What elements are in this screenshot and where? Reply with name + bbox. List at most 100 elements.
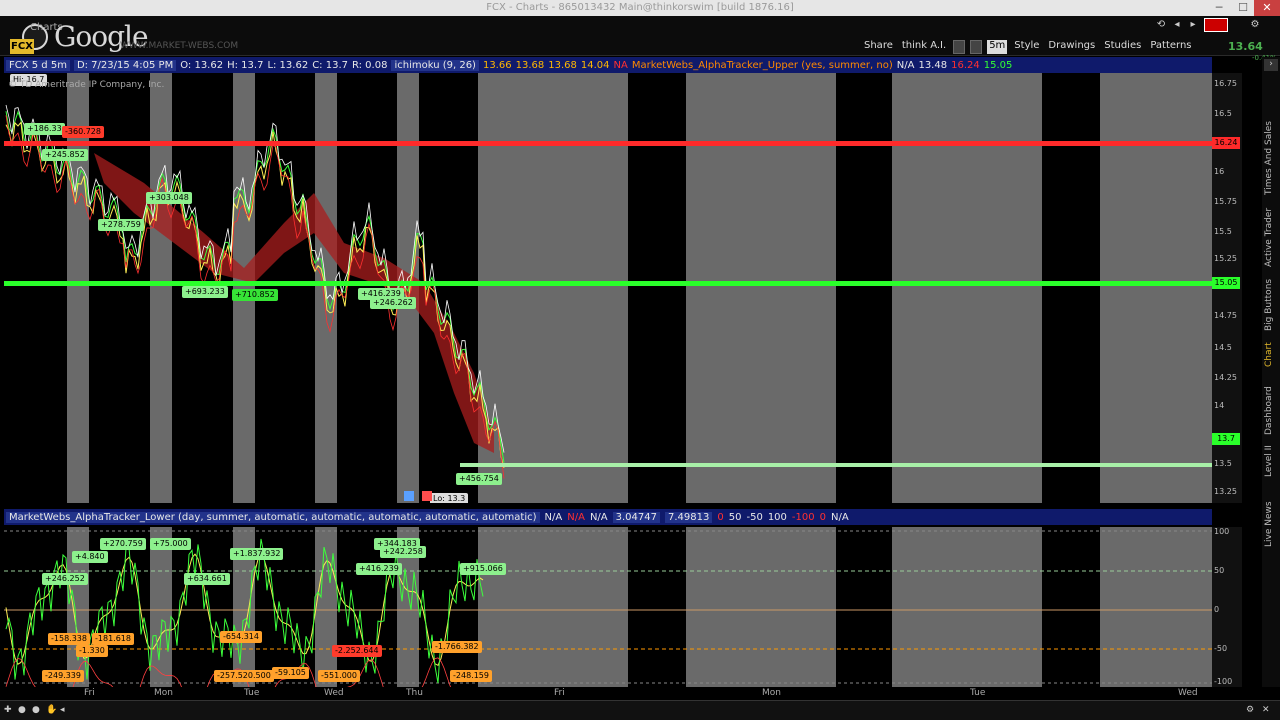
- alphatracker-lower-study[interactable]: MarketWebs_AlphaTracker_Lower (day, summ…: [6, 511, 540, 523]
- alphatracker-value: 15.05: [983, 59, 1013, 71]
- signal-badge: +270.759: [100, 538, 146, 550]
- tab-big-buttons[interactable]: Big Buttons: [1264, 273, 1278, 331]
- lower-value: N/A: [589, 511, 608, 523]
- dividend-icon[interactable]: [422, 491, 432, 501]
- chart-menu: Share think A.I. 5m Style Drawings Studi…: [862, 40, 1194, 54]
- mic-icon[interactable]: ●: [32, 705, 44, 717]
- alphatracker-na: N/A: [896, 59, 915, 71]
- alphatracker-value: 16.24: [951, 59, 980, 71]
- osc-tick: -50: [1214, 644, 1228, 653]
- share-button[interactable]: Share: [862, 40, 895, 54]
- time-tick: Fri: [554, 688, 565, 698]
- lower-study-header: MarketWebs_AlphaTracker_Lower (day, summ…: [4, 509, 1212, 525]
- signal-badge: -1.766.382: [432, 641, 482, 653]
- tab-dashboard[interactable]: Dashboard: [1264, 383, 1278, 435]
- signal-badge: +186.33: [24, 123, 65, 135]
- lower-value: -100: [791, 511, 815, 523]
- signal-badge: -257.520.500: [214, 670, 274, 682]
- tab-level-ii[interactable]: Level II: [1264, 441, 1278, 477]
- forward-icon[interactable]: ▸: [1186, 18, 1200, 32]
- time-tick: Mon: [154, 688, 173, 698]
- tab-active-trader[interactable]: Active Trader: [1264, 201, 1278, 267]
- crosshair-icon[interactable]: [953, 40, 966, 54]
- tab-times-and-sales[interactable]: Times And Sales: [1264, 109, 1278, 195]
- settings-icon[interactable]: ⚙: [1248, 18, 1262, 32]
- expand-icon[interactable]: ›: [1264, 59, 1278, 71]
- osc-tick: -100: [1214, 677, 1233, 686]
- lower-value: N/A: [567, 511, 585, 523]
- resistance-line[interactable]: [4, 141, 1212, 146]
- hangout-controls: ✚ ● ● ✋ ◂ ⚙ ✕: [0, 700, 1280, 720]
- signal-badge: +278.759: [98, 219, 144, 231]
- tab-live-news[interactable]: Live News: [1264, 493, 1278, 547]
- signal-badge: +416.239: [356, 563, 402, 575]
- alphatracker-upper-study[interactable]: MarketWebs_AlphaTracker_Upper (yes, summ…: [632, 60, 893, 71]
- signal-badge: -249.339: [42, 670, 84, 682]
- patterns-button[interactable]: Patterns: [1148, 40, 1193, 54]
- minimize-button[interactable]: ─: [1206, 0, 1232, 16]
- price-tick: 15.75: [1214, 197, 1237, 206]
- window-title: FCX - Charts - 865013432 Main@thinkorswi…: [486, 2, 794, 13]
- camera-icon[interactable]: ●: [18, 705, 30, 717]
- leave-call-icon[interactable]: ✕: [1262, 705, 1274, 717]
- style-button[interactable]: Style: [1012, 40, 1041, 54]
- signal-badge: +245.852: [42, 149, 88, 161]
- resistance-price-label: 16.24: [1212, 137, 1240, 149]
- signal-badge: -248.159: [450, 670, 492, 682]
- price-tick: 14.5: [1214, 343, 1232, 352]
- signal-badge: +242.258: [380, 546, 426, 558]
- price-tick: 14: [1214, 401, 1225, 410]
- time-tick: Mon: [762, 688, 781, 698]
- studies-button[interactable]: Studies: [1102, 40, 1143, 54]
- lower-value: -50: [746, 511, 763, 523]
- settings-gear-icon[interactable]: ⚙: [1246, 705, 1258, 717]
- apps-icon[interactable]: ✚: [4, 705, 16, 717]
- support-price-label: 15.05: [1212, 277, 1240, 289]
- think-ai-button[interactable]: think A.I.: [900, 40, 948, 54]
- ichimoku-value: 13.66: [482, 59, 512, 71]
- lower-value: 3.04747: [612, 511, 660, 523]
- ichimoku-value: 13.68: [515, 59, 545, 71]
- signal-badge: +75.000: [150, 538, 191, 550]
- zoom-icon[interactable]: [970, 40, 983, 54]
- oscillator-pane[interactable]: +270.759 +75.000 +4.840 +1.837.932 +344.…: [4, 527, 1212, 687]
- price-tick: 15.25: [1214, 254, 1237, 263]
- symbol-timeframe[interactable]: FCX 5 d 5m: [6, 59, 70, 71]
- watermark-url: WWW.MARKET-WEBS.COM: [120, 41, 239, 51]
- signal-badge: -158.338: [48, 633, 90, 645]
- symbol-selector[interactable]: FCX: [10, 39, 34, 54]
- price-axis[interactable]: 16.75 16.5 16 15.75 15.5 15.25 14.75 14.…: [1212, 73, 1242, 503]
- chart-toolbar: Charts Google FCX WWW.MARKET-WEBS.COM ⟲ …: [0, 16, 1280, 62]
- signal-badge: +1.837.932: [230, 548, 284, 560]
- price-tick: 16.5: [1214, 109, 1232, 118]
- close-button[interactable]: ✕: [1254, 0, 1280, 16]
- signal-badge: -551.000: [318, 670, 360, 682]
- osc-tick: 100: [1214, 527, 1230, 536]
- grid-layout-icon[interactable]: [1204, 18, 1228, 32]
- price-chart-pane[interactable]: +186.33 -360.728 +245.852 +303.048 +278.…: [4, 73, 1212, 503]
- hand-icon[interactable]: ✋: [46, 705, 58, 717]
- maximize-button[interactable]: ☐: [1230, 0, 1256, 16]
- earnings-icon[interactable]: [404, 491, 414, 501]
- signal-badge: +246.262: [370, 297, 416, 309]
- bar-open: O: 13.62: [180, 59, 224, 71]
- low-support-line[interactable]: [460, 463, 1212, 467]
- timeframe-button[interactable]: 5m: [987, 40, 1008, 54]
- expand-controls-icon[interactable]: ◂: [60, 705, 72, 717]
- oscillator-axis[interactable]: 100 50 0 -50 -100: [1212, 527, 1242, 687]
- time-axis[interactable]: Fri Mon Tue Wed Thu Fri Mon Tue Wed: [4, 688, 1212, 700]
- signal-badge: +303.048: [146, 192, 192, 204]
- time-tick: Thu: [406, 688, 423, 698]
- back-icon[interactable]: ◂: [1170, 18, 1184, 32]
- lower-value: 0: [819, 511, 826, 523]
- drawings-button[interactable]: Drawings: [1046, 40, 1097, 54]
- last-price: 13.64: [1228, 40, 1263, 53]
- price-tick: 14.25: [1214, 373, 1237, 382]
- ichimoku-study[interactable]: ichimoku (9, 26): [391, 59, 479, 71]
- bar-date: D: 7/23/15 4:05 PM: [73, 59, 177, 71]
- copyright-text: © TD Ameritrade IP Company, Inc.: [8, 80, 165, 90]
- link-icon[interactable]: ⟲: [1154, 18, 1168, 32]
- price-tick: 13.5: [1214, 459, 1232, 468]
- tab-chart[interactable]: Chart: [1264, 337, 1278, 367]
- lower-value: 0: [717, 511, 724, 523]
